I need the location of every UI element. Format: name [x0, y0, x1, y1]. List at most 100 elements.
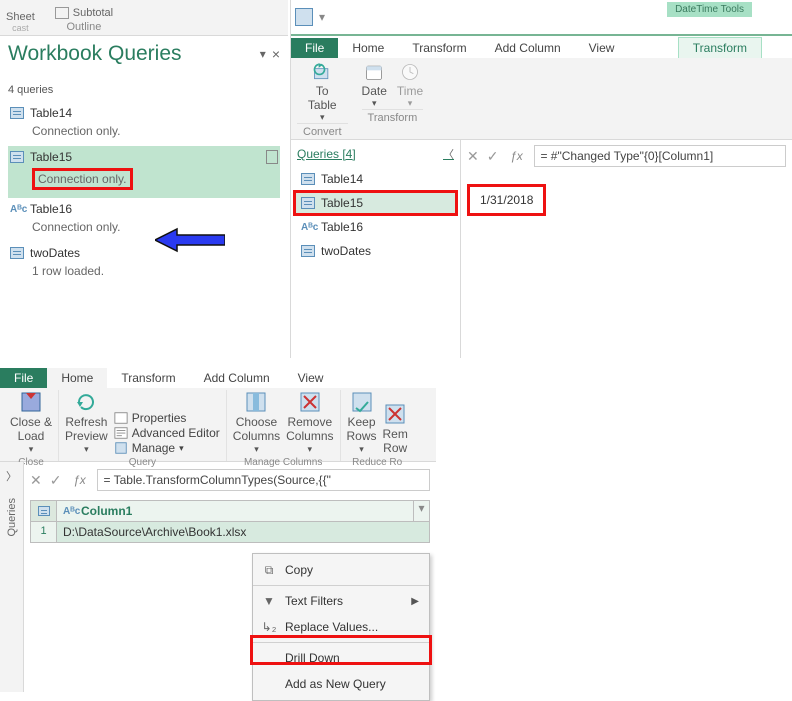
- ctx-copy[interactable]: ⧉Copy: [253, 557, 429, 583]
- ctx-replace-values[interactable]: ↳₂Replace Values...: [253, 614, 429, 640]
- fx-icon[interactable]: ƒx: [69, 470, 89, 490]
- tab-home[interactable]: Home: [47, 368, 107, 388]
- preview-grid: Aᴮc Column1 ▾ 1 D:\DataSource\Archive\Bo…: [30, 500, 430, 543]
- queries-pane: Queries [4] 〈 Table14 Table15 AᴮcTable16…: [291, 140, 461, 358]
- excel-fragment: Sheet cast Subtotal Outline Workbook Que…: [0, 0, 288, 360]
- queries-sidebar-label: Queries: [6, 498, 18, 537]
- table-icon: [10, 151, 24, 163]
- formula-input[interactable]: = #"Changed Type"{0}[Column1]: [534, 145, 786, 167]
- refresh-preview-button[interactable]: Refresh Preview▾: [65, 390, 108, 455]
- tab-transform-context[interactable]: Transform: [678, 37, 762, 58]
- context-menu: ⧉Copy ▼Text Filters▶ ↳₂Replace Values...…: [252, 553, 430, 701]
- column-header-column1[interactable]: Aᴮc Column1: [57, 501, 413, 521]
- close-load-button[interactable]: Close & Load▾: [10, 390, 52, 455]
- copy-icon: ⧉: [261, 562, 277, 578]
- tab-file[interactable]: File: [291, 38, 338, 58]
- qat-icon[interactable]: [295, 8, 313, 26]
- formula-input[interactable]: = Table.TransformColumnTypes(Source,{{": [97, 469, 430, 491]
- tab-transform[interactable]: Transform: [398, 38, 480, 58]
- sheet-button-label[interactable]: Sheet: [6, 11, 35, 23]
- tab-view[interactable]: View: [284, 368, 338, 388]
- choose-columns-button[interactable]: Choose Columns▾: [233, 390, 280, 455]
- query-count: 4 queries: [8, 84, 280, 96]
- cancel-formula-icon[interactable]: ✕: [467, 148, 479, 165]
- ctx-drill-down[interactable]: Drill Down: [253, 645, 429, 671]
- replace-icon: ↳₂: [261, 619, 277, 635]
- convert-group-label: Convert: [297, 123, 348, 140]
- ctx-add-as-new-query[interactable]: Add as New Query: [253, 671, 429, 697]
- ctx-text-filters[interactable]: ▼Text Filters▶: [253, 588, 429, 614]
- commit-formula-icon[interactable]: ✓: [50, 472, 62, 489]
- query-status: Connection only.: [10, 120, 278, 142]
- query-row-table16[interactable]: AᴮcTable16: [295, 216, 456, 238]
- tab-transform[interactable]: Transform: [107, 368, 189, 388]
- column-filter-dropdown[interactable]: ▾: [413, 501, 429, 521]
- row-number[interactable]: 1: [31, 522, 57, 542]
- query-row-twodates[interactable]: twoDates: [295, 240, 456, 262]
- submenu-chevron-icon: ▶: [411, 596, 419, 607]
- table-icon: [10, 247, 24, 259]
- table-icon: [10, 107, 24, 119]
- table-icon: [301, 245, 315, 257]
- tab-file[interactable]: File: [0, 368, 47, 388]
- tab-home[interactable]: Home: [338, 38, 398, 58]
- fx-icon[interactable]: ƒx: [506, 146, 526, 166]
- query-status: Connection only.: [10, 216, 278, 238]
- close-panel-icon[interactable]: ×: [272, 46, 280, 62]
- peek-icon[interactable]: [266, 150, 278, 164]
- pq-bottom-ribbon: Close & Load▾ Close Refresh Preview▾ Pro…: [0, 388, 436, 462]
- table-icon: [301, 197, 315, 209]
- tab-add-column[interactable]: Add Column: [481, 38, 575, 58]
- annotation-arrow: [155, 226, 225, 257]
- workbook-queries-panel: Workbook Queries ▾ × 4 queries Table14 C…: [0, 36, 288, 286]
- time-button[interactable]: Time▾: [397, 62, 423, 109]
- expand-sidebar-icon[interactable]: 〉: [6, 468, 17, 484]
- pq-top-window: DateTime Tools ▾ File Home Transform Add…: [290, 0, 792, 358]
- subtotal-button-label[interactable]: Subtotal: [73, 7, 113, 19]
- queries-sidebar-collapsed[interactable]: 〉 Queries: [0, 462, 24, 692]
- formula-bar: ✕ ✓ ƒx = Table.TransformColumnTypes(Sour…: [30, 468, 430, 492]
- to-table-button[interactable]: To Table▾: [297, 62, 348, 123]
- query-status: 1 row loaded.: [10, 260, 278, 282]
- query-row-table14[interactable]: Table14: [295, 168, 456, 190]
- table-row[interactable]: 1 D:\DataSource\Archive\Book1.xlsx: [31, 522, 429, 542]
- query-status: Connection only.: [10, 164, 278, 194]
- select-all-corner[interactable]: [31, 501, 57, 521]
- cell-value[interactable]: D:\DataSource\Archive\Book1.xlsx: [57, 522, 429, 542]
- query-item-table14[interactable]: Table14 Connection only.: [8, 102, 280, 146]
- remove-columns-button[interactable]: Remove Columns▾: [286, 390, 333, 455]
- pin-icon[interactable]: ▾: [260, 47, 266, 61]
- workbook-queries-title: Workbook Queries: [8, 42, 254, 66]
- pq-ribbon: To Table▾ Convert Date▾ Time▾ Transform: [291, 58, 792, 140]
- query-item-twodates[interactable]: twoDates 1 row loaded.: [8, 242, 280, 286]
- formula-bar: ✕ ✓ ƒx = #"Changed Type"{0}[Column1]: [467, 144, 786, 168]
- collapse-pane-icon[interactable]: 〈: [443, 146, 454, 162]
- advanced-editor-button[interactable]: Advanced Editor: [114, 426, 220, 440]
- pq-main-area: ✕ ✓ ƒx = #"Changed Type"{0}[Column1] 1/3…: [461, 140, 792, 358]
- transform-group-label: Transform: [362, 109, 424, 126]
- abc-type-icon[interactable]: Aᴮc: [63, 506, 77, 517]
- tab-add-column[interactable]: Add Column: [190, 368, 284, 388]
- queries-pane-title[interactable]: Queries [4]: [297, 147, 356, 161]
- query-row-table15[interactable]: Table15: [295, 192, 456, 214]
- abc-icon: Aᴮc: [301, 222, 315, 233]
- filter-icon: ▼: [261, 593, 277, 609]
- abc-icon: Aᴮc: [10, 204, 24, 215]
- query-item-table16[interactable]: AᴮcTable16 Connection only.: [8, 198, 280, 242]
- pq-tabbar: File Home Transform Add Column View Tran…: [291, 36, 792, 58]
- result-value: 1/31/2018: [467, 184, 786, 216]
- outline-group-label: Outline: [67, 19, 102, 33]
- keep-rows-button[interactable]: Keep Rows▾: [347, 390, 377, 455]
- date-button[interactable]: Date▾: [362, 62, 387, 109]
- tab-view[interactable]: View: [575, 38, 629, 58]
- query-item-table15[interactable]: Table15 Connection only.: [8, 146, 280, 198]
- excel-ribbon-strip: Sheet cast Subtotal Outline: [0, 0, 288, 36]
- pq-bottom-tabbar: File Home Transform Add Column View: [0, 366, 436, 388]
- commit-formula-icon[interactable]: ✓: [487, 148, 499, 165]
- cancel-formula-icon[interactable]: ✕: [30, 472, 42, 489]
- contextual-tool-tag: DateTime Tools: [667, 2, 752, 17]
- table-icon: [301, 173, 315, 185]
- manage-button[interactable]: Manage ▾: [114, 441, 220, 455]
- properties-button[interactable]: Properties: [114, 411, 220, 425]
- remove-rows-button[interactable]: Rem Row: [383, 402, 408, 455]
